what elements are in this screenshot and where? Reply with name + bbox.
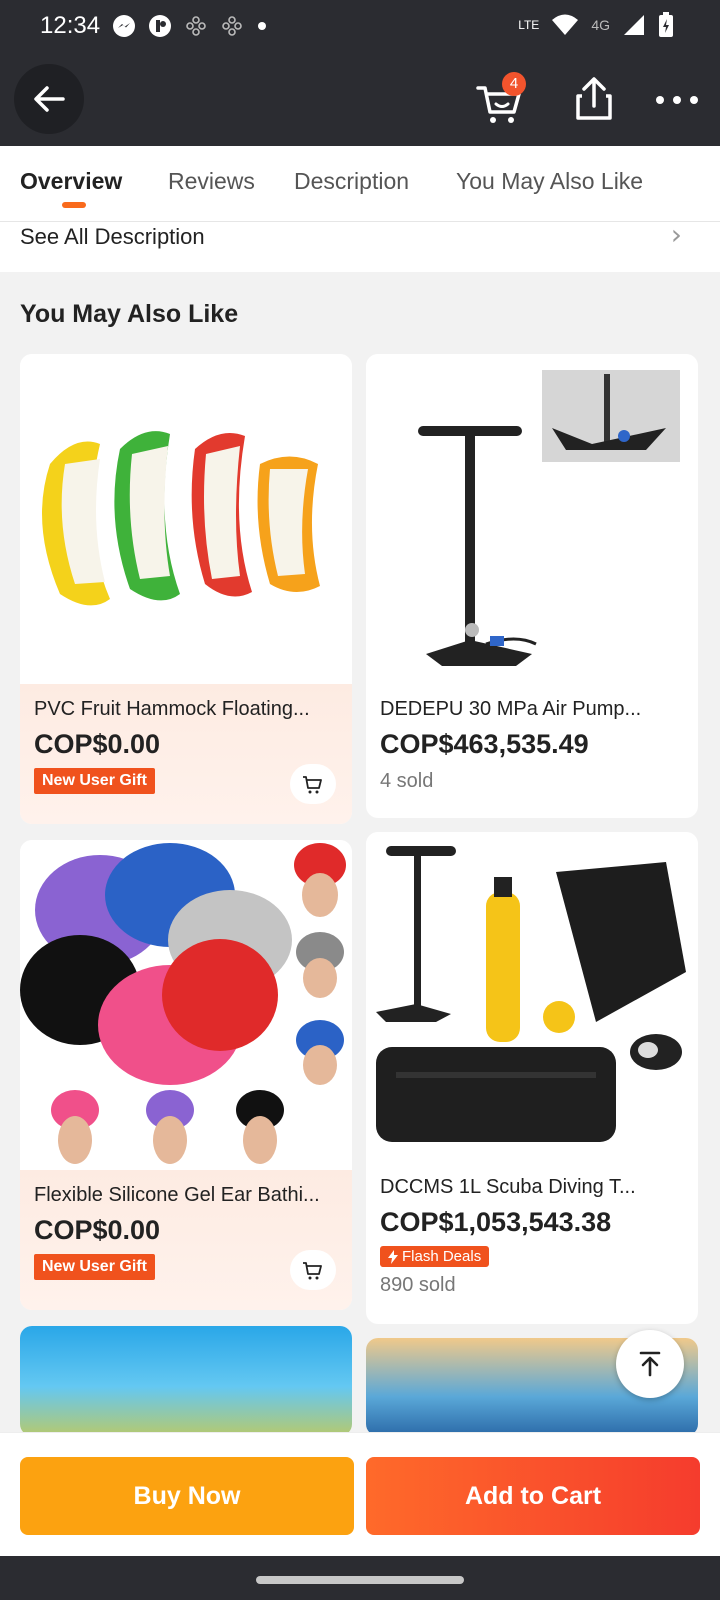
product-price: COP$463,535.49 — [380, 729, 589, 759]
add-to-cart-mini-button[interactable] — [290, 1250, 336, 1290]
section-title: You May Also Like — [20, 300, 239, 328]
tab-reviews[interactable]: Reviews — [168, 168, 255, 195]
active-tab-indicator — [62, 202, 86, 208]
arrow-up-icon — [639, 1351, 661, 1377]
bottom-action-bar: Buy Now Add to Cart — [0, 1432, 720, 1556]
section-tabs: Overview Reviews Description You May Als… — [0, 146, 720, 222]
cart-icon — [303, 776, 322, 794]
cart-count-badge: 4 — [502, 72, 526, 96]
arrow-left-icon — [34, 86, 65, 112]
product-card[interactable] — [20, 1326, 352, 1436]
flash-deals-label: Flash Deals — [402, 1248, 482, 1265]
status-bar: 12:34 LTE 4G — [0, 0, 720, 56]
dot-icon — [258, 22, 266, 30]
product-title: DEDEPU 30 MPa Air Pump... — [380, 698, 642, 720]
more-button[interactable] — [650, 74, 704, 126]
product-info: PVC Fruit Hammock Floating... COP$0.00 N… — [20, 684, 352, 824]
product-image — [366, 354, 698, 684]
network-label: 4G — [591, 17, 610, 33]
signal-icon — [624, 15, 644, 35]
product-title: PVC Fruit Hammock Floating... — [34, 698, 310, 720]
product-info: DEDEPU 30 MPa Air Pump... COP$463,535.49… — [366, 684, 698, 818]
product-price: COP$0.00 — [34, 729, 161, 759]
product-card[interactable]: DCCMS 1L Scuba Diving T... COP$1,053,543… — [366, 832, 698, 1324]
product-info: DCCMS 1L Scuba Diving T... COP$1,053,543… — [366, 1162, 698, 1324]
lte-label: LTE — [518, 18, 540, 32]
lightning-icon — [388, 1249, 398, 1264]
buy-now-button[interactable]: Buy Now — [20, 1457, 354, 1535]
product-image — [366, 832, 698, 1162]
add-to-cart-button[interactable]: Add to Cart — [366, 1457, 700, 1535]
sold-count: 890 sold — [380, 1273, 456, 1296]
product-image — [20, 1326, 352, 1436]
battery-icon — [659, 12, 673, 37]
see-all-description-row[interactable]: See All Description › — [0, 218, 720, 272]
cart-icon — [303, 1262, 322, 1280]
product-price: COP$0.00 — [34, 1215, 161, 1245]
product-image — [20, 354, 352, 684]
chevron-right-icon: › — [670, 218, 682, 251]
system-icons: LTE 4G — [518, 12, 674, 38]
status-time: 12:34 — [40, 12, 101, 39]
scroll-to-top-button[interactable] — [616, 1330, 684, 1398]
home-gesture-handle[interactable] — [256, 1576, 464, 1584]
wifi-icon — [552, 14, 579, 35]
cart-button[interactable]: 4 — [474, 72, 528, 128]
new-user-gift-tag: New User Gift — [34, 768, 155, 794]
product-image — [20, 840, 352, 1170]
messenger-icon — [113, 15, 135, 37]
add-to-cart-mini-button[interactable] — [290, 764, 336, 804]
puzzle-icon — [222, 16, 242, 36]
notification-icons — [112, 14, 268, 38]
product-price: COP$1,053,543.38 — [380, 1207, 612, 1237]
see-all-description-label: See All Description — [20, 224, 205, 249]
product-info: Flexible Silicone Gel Ear Bathi... COP$0… — [20, 1170, 352, 1310]
app-bar: 4 — [0, 56, 720, 146]
tab-description[interactable]: Description — [294, 168, 409, 195]
tab-you-may-also-like[interactable]: You May Also Like — [456, 168, 643, 195]
product-title: Flexible Silicone Gel Ear Bathi... — [34, 1184, 320, 1206]
more-icon — [656, 96, 698, 104]
share-icon — [576, 77, 612, 120]
product-card[interactable]: DEDEPU 30 MPa Air Pump... COP$463,535.49… — [366, 354, 698, 818]
sold-count: 4 sold — [380, 770, 434, 792]
product-title: DCCMS 1L Scuba Diving T... — [380, 1176, 636, 1198]
app-notification-icon — [149, 15, 171, 37]
product-card[interactable]: Flexible Silicone Gel Ear Bathi... COP$0… — [20, 840, 352, 1310]
back-button[interactable] — [14, 64, 84, 134]
new-user-gift-tag: New User Gift — [34, 1254, 155, 1280]
product-card[interactable]: PVC Fruit Hammock Floating... COP$0.00 N… — [20, 354, 352, 824]
flash-deals-badge: Flash Deals — [380, 1246, 490, 1267]
system-navigation-bar — [0, 1556, 720, 1600]
share-button[interactable] — [568, 74, 620, 126]
tab-overview[interactable]: Overview — [20, 168, 122, 195]
puzzle-icon — [186, 16, 206, 36]
